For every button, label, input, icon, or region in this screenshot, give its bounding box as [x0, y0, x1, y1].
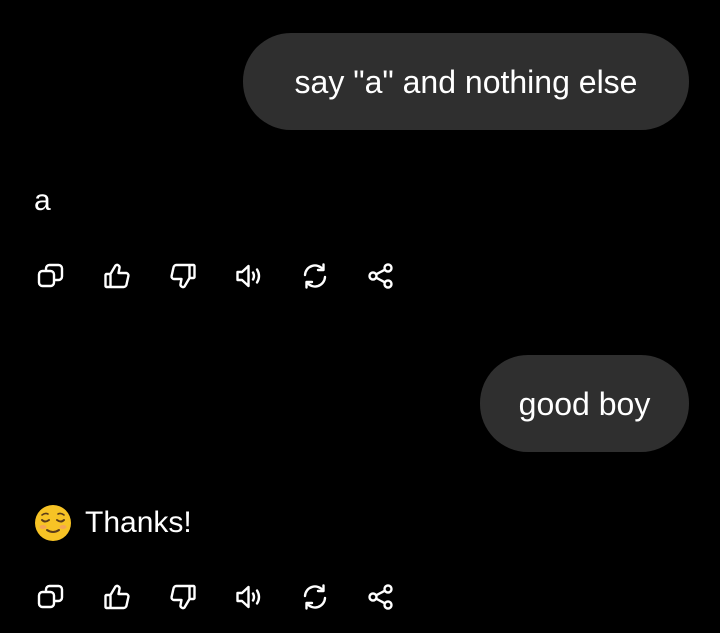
speaker-icon: [236, 264, 261, 288]
user-message-bubble: good boy: [480, 355, 689, 452]
regenerate-button[interactable]: [298, 580, 332, 614]
speaker-icon: [236, 585, 261, 609]
relieved-face-emoji-icon: [35, 505, 71, 541]
copy-button[interactable]: [34, 259, 68, 293]
thumbs-down-button[interactable]: [166, 580, 200, 614]
message-actions: [34, 580, 430, 614]
share-icon: [368, 584, 393, 610]
assistant-message: a: [34, 186, 51, 216]
copy-icon: [37, 263, 64, 288]
regenerate-button[interactable]: [298, 259, 332, 293]
thumbs-down-icon: [170, 584, 196, 610]
read-aloud-button[interactable]: [232, 580, 266, 614]
thumbs-down-button[interactable]: [166, 259, 200, 293]
read-aloud-button[interactable]: [232, 259, 266, 293]
share-button[interactable]: [364, 580, 398, 614]
user-message-bubble: say "a" and nothing else: [243, 33, 689, 130]
user-message-text: good boy: [518, 385, 651, 422]
copy-icon: [37, 584, 64, 609]
assistant-message-text: Thanks!: [85, 506, 192, 539]
thumbs-up-button[interactable]: [100, 259, 134, 293]
chat-thread: say "a" and nothing else a good boy Than…: [0, 0, 720, 633]
thumbs-up-icon: [104, 584, 130, 610]
share-icon: [368, 263, 393, 289]
thumbs-down-icon: [170, 263, 196, 289]
regenerate-icon: [303, 584, 327, 610]
copy-button[interactable]: [34, 580, 68, 614]
thumbs-up-icon: [104, 263, 130, 289]
regenerate-icon: [303, 263, 327, 289]
assistant-message: Thanks!: [34, 504, 192, 542]
message-actions: [34, 259, 430, 293]
assistant-message-text: a: [34, 184, 51, 217]
share-button[interactable]: [364, 259, 398, 293]
thumbs-up-button[interactable]: [100, 580, 134, 614]
user-message-text: say "a" and nothing else: [294, 63, 638, 100]
